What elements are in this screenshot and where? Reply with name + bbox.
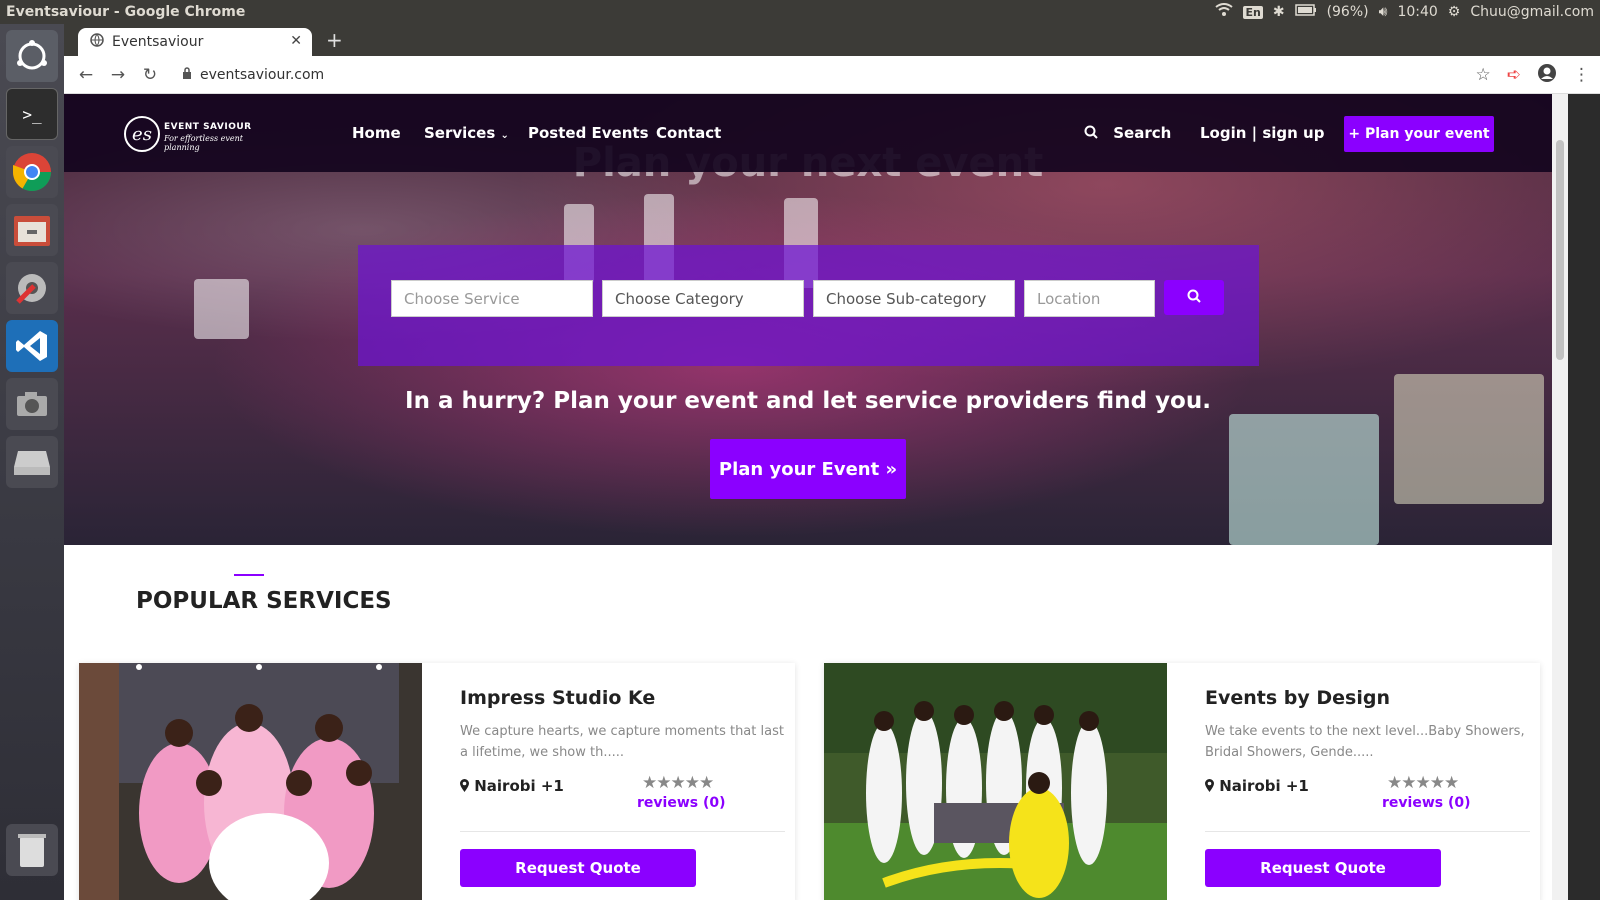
bluetooth-icon[interactable]: ✱ — [1273, 4, 1285, 20]
browser-tab-strip: Eventsaviour ✕ + — [64, 24, 1600, 56]
service-location-text: Nairobi +1 — [474, 777, 564, 795]
hero-section: Plan your next event es EVENT SAVIOUR Fo… — [64, 94, 1552, 545]
hurry-text: In a hurry? Plan your event and let serv… — [405, 388, 1211, 414]
desktop-edge — [1568, 94, 1600, 900]
new-tab-button[interactable]: + — [326, 28, 343, 52]
reviews-link[interactable]: reviews (0) — [637, 795, 726, 811]
browser-toolbar: ← → ↻ eventsaviour.com ☆ ➪ ⋮ — [64, 56, 1600, 94]
service-description: We take events to the next level...Baby … — [1205, 724, 1525, 760]
hero-plan-event-button[interactable]: Plan your Event » — [710, 439, 906, 499]
profile-icon[interactable] — [1537, 63, 1557, 88]
battery-percent: (96%) — [1326, 4, 1369, 20]
gear-icon[interactable]: ⚙ — [1448, 4, 1461, 20]
nav-search[interactable]: Search — [1084, 124, 1171, 142]
keyboard-language[interactable]: En — [1243, 5, 1263, 19]
location-input[interactable]: Location — [1024, 280, 1155, 317]
extension-icon[interactable]: ➪ — [1507, 65, 1521, 85]
search-icon — [1084, 124, 1113, 142]
wifi-icon[interactable] — [1215, 3, 1234, 21]
clock[interactable]: 10:40 — [1397, 4, 1437, 20]
ubuntu-icon[interactable] — [6, 30, 58, 82]
search-button[interactable] — [1164, 280, 1224, 315]
rating-stars: ★★★★★ — [642, 773, 714, 793]
window-title: Eventsaviour - Google Chrome — [6, 4, 246, 20]
reviews-link[interactable]: reviews (0) — [1382, 795, 1471, 811]
launcher: >_ — [0, 24, 64, 900]
files-icon[interactable] — [6, 204, 58, 256]
service-card[interactable]: Impress Studio Ke We capture hearts, we … — [79, 663, 795, 900]
search-icon — [1187, 288, 1201, 307]
service-location: Nairobi +1 — [1205, 777, 1309, 795]
hero-background-decor — [1229, 414, 1379, 545]
browser-tab[interactable]: Eventsaviour ✕ — [78, 28, 312, 56]
map-marker-icon — [1205, 777, 1219, 795]
page-scrollbar[interactable] — [1552, 94, 1568, 900]
search-panel: Choose Service Choose Category Choose Su… — [358, 245, 1259, 366]
drive-icon[interactable] — [6, 436, 58, 488]
close-tab-icon[interactable]: ✕ — [290, 33, 302, 49]
page-viewport: Plan your next event es EVENT SAVIOUR Fo… — [64, 94, 1552, 900]
nav-services-label: Services — [424, 124, 496, 142]
logo-tagline: For effortless event planning — [164, 134, 243, 152]
service-description: We capture hearts, we capture moments th… — [460, 724, 784, 760]
forward-icon[interactable]: → — [102, 65, 134, 85]
address-bar[interactable]: eventsaviour.com — [182, 61, 1452, 89]
service-location-text: Nairobi +1 — [1219, 777, 1309, 795]
nav-services[interactable]: Services ⌄ — [424, 124, 509, 142]
divider — [1205, 831, 1530, 832]
reload-icon[interactable]: ↻ — [134, 65, 166, 85]
service-name[interactable]: Events by Design — [1205, 687, 1390, 709]
service-name[interactable]: Impress Studio Ke — [460, 687, 655, 709]
nav-search-label: Search — [1113, 124, 1172, 142]
site-logo[interactable]: es EVENT SAVIOUR For effortless event pl… — [124, 116, 274, 154]
volume-icon[interactable]: 🔊︎ — [1379, 4, 1388, 20]
system-tray: En ✱ (96%) 🔊︎ 10:40 ⚙ Chuu@gmail.com — [1215, 0, 1594, 24]
hero-background-decor — [194, 279, 249, 339]
vscode-icon[interactable] — [6, 320, 58, 372]
section-underline — [234, 574, 264, 576]
settings-icon[interactable] — [6, 262, 58, 314]
camera-icon[interactable] — [6, 378, 58, 430]
service-photo[interactable] — [79, 663, 422, 900]
nav-plan-event-button[interactable]: + Plan your event — [1344, 116, 1494, 152]
toolbar-actions: ☆ ➪ ⋮ — [1476, 56, 1590, 94]
choose-service-select[interactable]: Choose Service — [391, 280, 593, 317]
request-quote-button[interactable]: Request Quote — [1205, 849, 1441, 887]
request-quote-button[interactable]: Request Quote — [460, 849, 696, 887]
nav-login[interactable]: Login | sign up — [1200, 124, 1324, 142]
service-photo[interactable] — [824, 663, 1167, 900]
os-top-bar: Eventsaviour - Google Chrome En ✱ (96%) … — [0, 0, 1600, 24]
service-location: Nairobi +1 — [460, 777, 564, 795]
lock-icon — [182, 67, 192, 83]
logo-mark: es — [124, 116, 160, 152]
battery-icon[interactable] — [1294, 4, 1317, 20]
divider — [460, 831, 785, 832]
tab-title: Eventsaviour — [112, 34, 204, 50]
bookmark-star-icon[interactable]: ☆ — [1476, 65, 1491, 85]
terminal-icon[interactable]: >_ — [6, 88, 58, 140]
nav-posted-events[interactable]: Posted Events — [528, 124, 649, 142]
back-icon[interactable]: ← — [70, 65, 102, 85]
globe-icon — [90, 33, 104, 51]
nav-home[interactable]: Home — [352, 124, 401, 142]
map-marker-icon — [460, 777, 474, 795]
service-card[interactable]: Events by Design We take events to the n… — [824, 663, 1540, 900]
choose-category-select[interactable]: Choose Category — [602, 280, 804, 317]
menu-icon[interactable]: ⋮ — [1573, 65, 1590, 85]
rating-stars: ★★★★★ — [1387, 773, 1459, 793]
chevron-down-icon: ⌄ — [500, 130, 509, 141]
nav-contact[interactable]: Contact — [656, 124, 721, 142]
chrome-icon[interactable] — [6, 146, 58, 198]
trash-icon[interactable] — [6, 824, 58, 876]
logo-text: EVENT SAVIOUR — [164, 122, 252, 132]
site-navbar: es EVENT SAVIOUR For effortless event pl… — [64, 94, 1552, 172]
popular-services-title: POPULAR SERVICES — [136, 588, 392, 614]
choose-subcategory-select[interactable]: Choose Sub-category — [813, 280, 1015, 317]
scrollbar-thumb[interactable] — [1556, 140, 1564, 360]
url-text: eventsaviour.com — [200, 67, 325, 83]
user-account[interactable]: Chuu@gmail.com — [1470, 4, 1594, 20]
